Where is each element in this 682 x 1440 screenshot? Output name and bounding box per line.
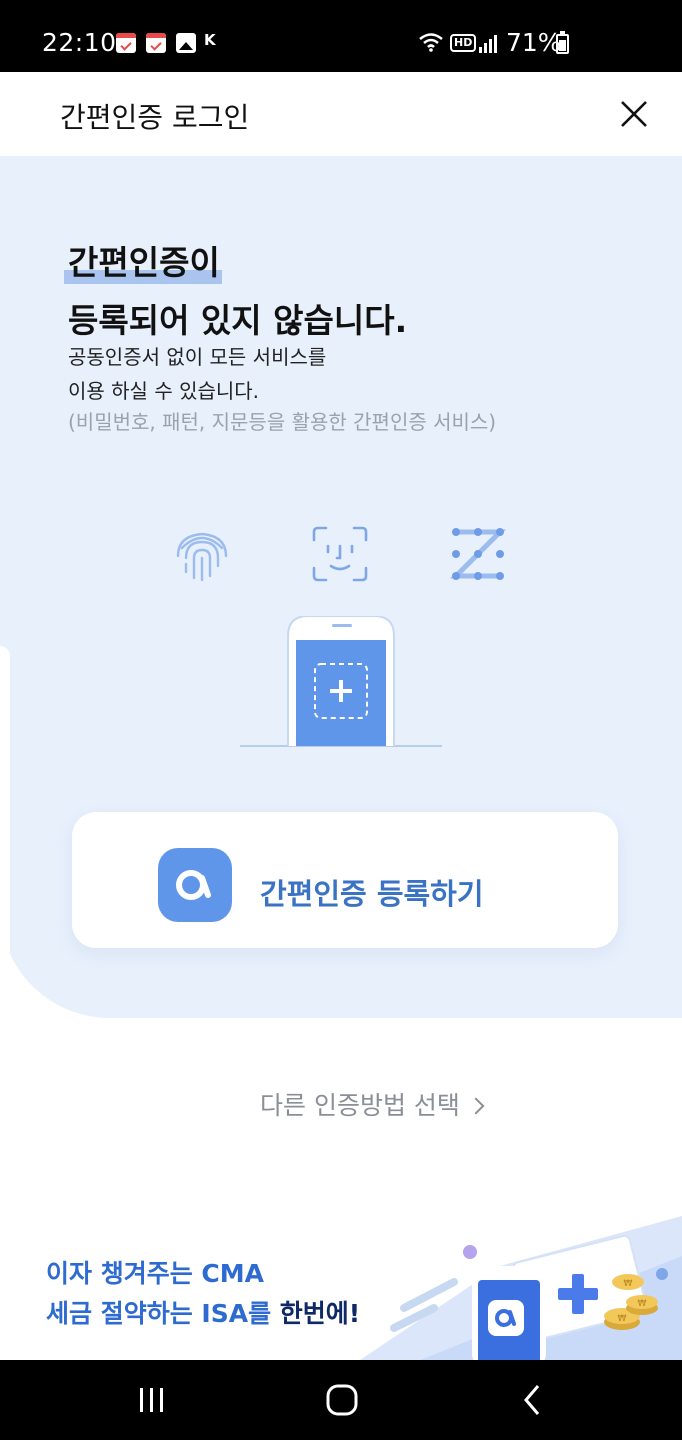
hd-voice-badge: HD [450,34,477,52]
banner-line2-emphasis: 한번에! [279,1299,361,1328]
promo-banner[interactable]: ₩ ₩ ₩ 이자 챙겨주는 CMA 세금 절약하는 ISA를 한번에! [0,1196,682,1360]
pattern-icon [449,528,507,580]
headline-line1: 간편인증이 [64,234,222,292]
description: 공동인증서 없이 모든 서비스를 이용 하실 수 있습니다. [68,340,326,408]
recent-apps-button[interactable] [122,1378,182,1422]
calendar-notification-icon [116,33,136,53]
gallery-notification-icon [176,33,196,53]
wifi-icon [419,33,443,52]
register-label: 간편인증 등록하기 [260,877,484,911]
info-panel: 간편인증이 등록되어 있지 않습니다. 공동인증서 없이 모든 서비스를 이용 … [0,156,682,1018]
home-button[interactable] [312,1378,372,1422]
system-nav-bar [0,1360,682,1440]
close-button[interactable] [606,92,660,136]
chevron-right-icon [467,1097,485,1115]
headline-line2: 등록되어 있지 않습니다. [68,301,408,340]
battery-percent: 71% [506,28,562,57]
description-sub: (비밀번호, 패턴, 지문등을 활용한 간편인증 서비스) [68,410,497,434]
svg-text:₩: ₩ [638,1299,647,1309]
svg-text:₩: ₩ [624,1279,633,1289]
home-icon [326,1384,358,1416]
banner-line2: 세금 절약하는 ISA를 한번에! [46,1294,360,1330]
face-id-icon [312,526,368,582]
battery-icon [556,31,569,54]
other-auth-method-link[interactable]: 다른 인증방법 선택 [260,1086,485,1122]
page-title: 간편인증 로그인 [60,101,250,134]
svg-text:₩: ₩ [618,1314,627,1324]
back-icon [524,1385,540,1415]
banner-line2-text: 세금 절약하는 ISA를 [46,1299,280,1328]
app-header: 간편인증 로그인 [0,72,682,156]
phone-illustration [240,616,442,747]
app-notification-icon: K [204,31,216,49]
other-auth-method-label: 다른 인증방법 선택 [260,1091,460,1120]
fingerprint-icon [176,532,228,582]
banner-line1: 이자 챙겨주는 CMA [46,1259,264,1288]
recent-apps-icon [140,1388,163,1412]
status-bar: 22:10 K HD 71% [0,0,682,72]
simple-auth-logo-icon [158,848,232,922]
back-button[interactable] [502,1378,562,1422]
calendar-notification-icon [146,33,166,53]
headline: 간편인증이 등록되어 있지 않습니다. [64,234,408,350]
status-time: 22:10 [42,28,117,57]
close-icon [621,101,647,127]
description-line2: 이용 하실 수 있습니다. [68,379,260,403]
description-line1: 공동인증서 없이 모든 서비스를 [68,345,327,369]
register-simple-auth-button[interactable]: 간편인증 등록하기 [72,812,618,948]
signal-icon [479,35,497,53]
banner-illustration: ₩ ₩ ₩ [360,1216,682,1360]
